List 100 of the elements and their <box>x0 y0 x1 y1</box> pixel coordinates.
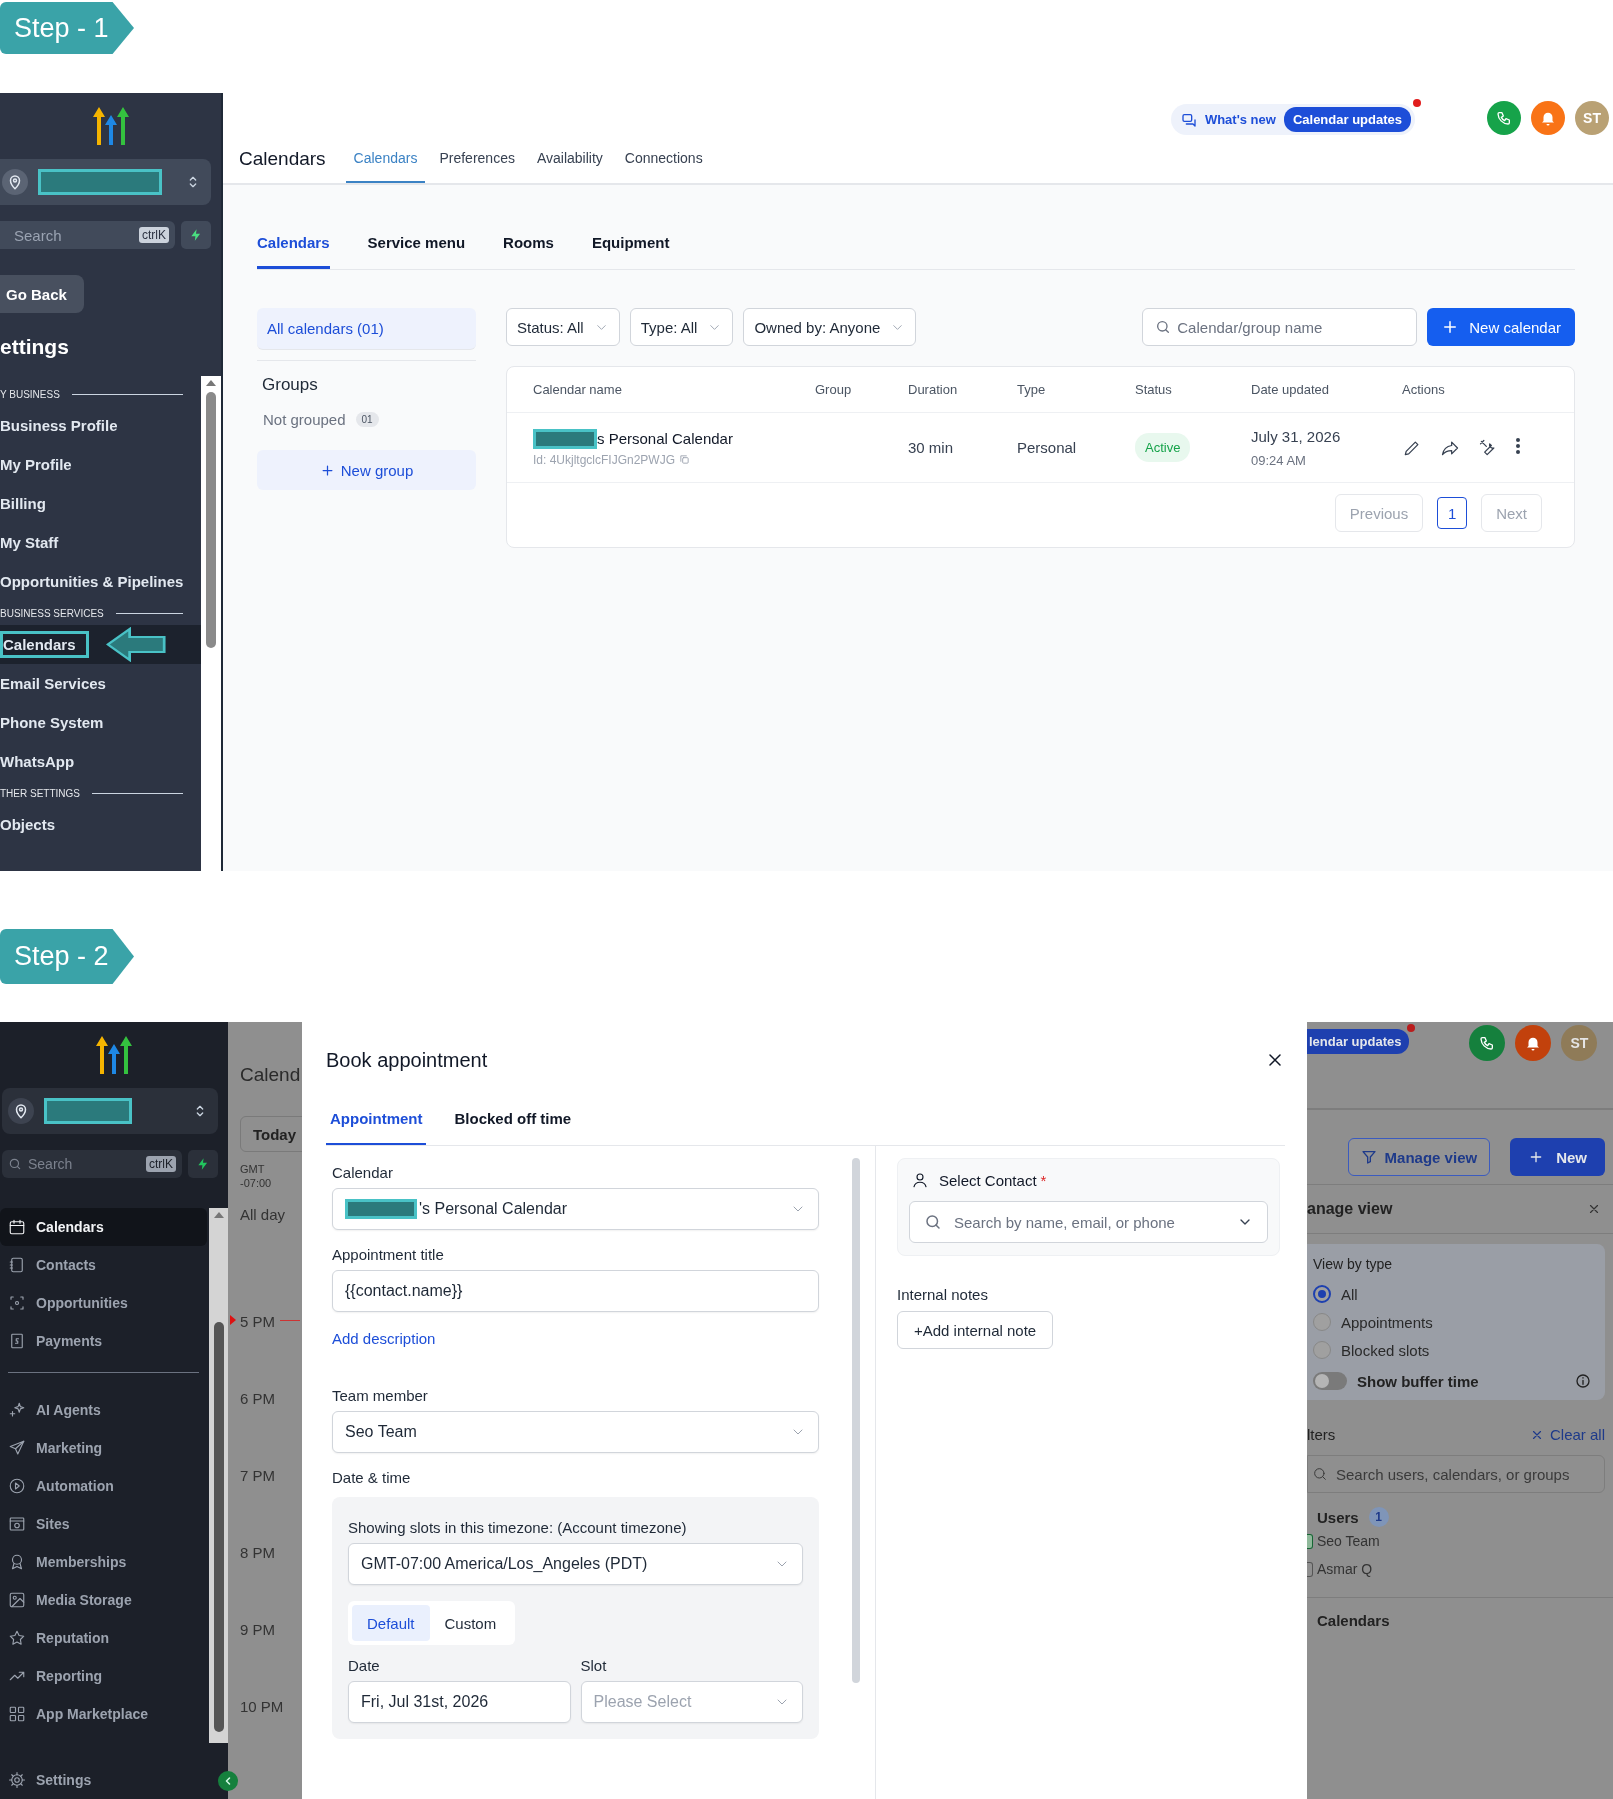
tab[interactable]: Equipment <box>591 218 670 269</box>
nav-item[interactable]: Objects <box>0 805 201 844</box>
timezone-select[interactable]: GMT-07:00 America/Los_Angeles (PDT) <box>348 1543 803 1585</box>
new-calendar-button[interactable]: New calendar <box>1427 308 1575 346</box>
whats-new-banner[interactable]: What's new Calendar updates <box>1170 104 1415 135</box>
filter-dropdown[interactable]: Status: All <box>506 308 620 346</box>
page-title: Calendars <box>239 147 326 171</box>
nav-item[interactable]: Opportunities <box>0 1284 207 1322</box>
nav-item[interactable]: Automation <box>0 1467 207 1505</box>
location-switcher[interactable] <box>0 159 211 205</box>
field-label: Internal notes <box>897 1286 989 1303</box>
nav-item[interactable]: Calendars <box>0 625 201 664</box>
nav-item[interactable]: Payments <box>0 1322 207 1360</box>
all-day-label: All day <box>240 1206 287 1223</box>
user-option[interactable]: Asmar Q <box>1307 1555 1613 1583</box>
mode-toggle[interactable]: Default <box>352 1605 430 1641</box>
new-group-button[interactable]: New group <box>257 450 476 490</box>
manage-view-button[interactable]: Manage view <box>1347 1138 1491 1176</box>
updates-badge[interactable]: lendar updates <box>1307 1029 1410 1054</box>
page-button[interactable]: 1 <box>1437 497 1468 529</box>
nav-item[interactable]: Billing <box>0 484 201 523</box>
quick-action-button[interactable] <box>188 1150 218 1178</box>
sidebar-heading: ettings <box>0 335 69 359</box>
radio-button[interactable] <box>1313 1313 1331 1331</box>
nav-item[interactable]: Calendars <box>0 1208 207 1246</box>
tab[interactable]: Availability <box>528 135 611 183</box>
nav-item[interactable]: Media Storage <box>0 1581 207 1619</box>
contact-search-field[interactable]: Search by name, email, or phone <box>909 1201 1268 1243</box>
field-label: Appointment title <box>332 1246 445 1263</box>
radio-option[interactable]: All <box>1313 1280 1591 1308</box>
nav-item[interactable]: Reporting <box>0 1657 207 1695</box>
notifications-button[interactable] <box>1515 1025 1552 1061</box>
tab[interactable]: Preferences <box>431 135 523 183</box>
mode-toggle[interactable]: Custom <box>429 1605 512 1641</box>
section-title: THER SETTINGS <box>0 787 80 799</box>
filter-dropdown[interactable]: Owned by: Anyone <box>743 308 917 346</box>
nav-item[interactable]: App Marketplace <box>0 1695 207 1733</box>
settings-item[interactable]: Settings <box>8 1771 92 1789</box>
collapse-button[interactable] <box>218 1771 238 1791</box>
radio-option[interactable]: Appointments <box>1313 1308 1591 1336</box>
calendar-select[interactable]: 's Personal Calendar <box>332 1188 819 1230</box>
toggle-switch[interactable] <box>1313 1372 1347 1390</box>
shortcut-hint: ctrlK <box>139 227 169 243</box>
nav-item[interactable]: Sites <box>0 1505 207 1543</box>
radio-button[interactable] <box>1313 1285 1331 1303</box>
tab[interactable]: Service menu <box>367 218 466 269</box>
team-member-select[interactable]: Seo Team <box>332 1411 819 1453</box>
tab[interactable]: Calendars <box>345 135 426 183</box>
nav-item[interactable]: WhatsApp <box>0 742 201 781</box>
column-header: Status <box>1135 382 1173 397</box>
nav-item[interactable]: My Profile <box>0 445 201 484</box>
scrollbar[interactable] <box>209 1208 228 1743</box>
date-field[interactable]: Fri, Jul 31st, 2026 <box>348 1681 571 1723</box>
tab[interactable]: Appointment <box>326 1094 427 1145</box>
tab[interactable]: Rooms <box>503 218 554 269</box>
filter-dropdown[interactable]: Type: All <box>629 308 734 346</box>
nav-item[interactable]: Phone System <box>0 703 201 742</box>
column-header: Date updated <box>1251 382 1331 397</box>
grid-icon <box>8 1705 26 1723</box>
shortcut-hint: ctrlK <box>146 1156 176 1172</box>
plus-icon <box>319 462 335 478</box>
timezone-label: GMT -07:00 <box>240 1162 273 1190</box>
notifications-button[interactable] <box>1531 101 1565 135</box>
calendar-icon <box>8 1218 26 1236</box>
search-field[interactable]: Search ctrlK <box>0 221 175 249</box>
input-field[interactable]: {{contact.name}} <box>332 1270 819 1312</box>
nav-item[interactable]: Reputation <box>0 1619 207 1657</box>
chat-icon <box>1180 111 1197 128</box>
user-option[interactable]: Seo Team <box>1307 1527 1613 1555</box>
nav-item[interactable]: Memberships <box>0 1543 207 1581</box>
nav-item[interactable]: My Staff <box>0 523 201 562</box>
nav-item[interactable]: Business Profile <box>0 406 201 445</box>
nav-item[interactable]: Opportunities & Pipelines <box>0 562 201 601</box>
phone-button[interactable] <box>1469 1025 1506 1061</box>
tab[interactable]: Connections <box>616 135 711 183</box>
search-field[interactable]: Search users, calendars, or groups <box>1307 1455 1605 1493</box>
nav-item[interactable]: Marketing <box>0 1429 207 1467</box>
tab[interactable]: Calendars <box>257 218 330 269</box>
redaction-block <box>345 1199 417 1219</box>
more-button[interactable] <box>1516 438 1520 457</box>
tab[interactable]: Blocked off time <box>450 1094 576 1145</box>
nav-item[interactable]: Email Services <box>0 664 201 703</box>
group-item[interactable]: All calendars (01) <box>257 308 476 350</box>
back-button[interactable]: Go Back <box>0 275 84 313</box>
scrollbar[interactable] <box>851 1158 860 1683</box>
whats-new-label: What's new <box>1204 112 1276 127</box>
search-field[interactable]: Search ctrlK <box>2 1150 182 1178</box>
calendar-name[interactable]: s Personal Calendar <box>597 430 733 447</box>
location-switcher[interactable] <box>2 1088 218 1134</box>
add-note-button[interactable]: +Add internal note <box>897 1311 1054 1349</box>
nav-item[interactable]: Contacts <box>0 1246 207 1284</box>
phone-button[interactable] <box>1487 101 1521 135</box>
radio-button[interactable] <box>1313 1341 1331 1359</box>
sparkle-icon <box>8 1401 26 1419</box>
nav-item[interactable]: AI Agents <box>0 1391 207 1429</box>
radio-option[interactable]: Blocked slots <box>1313 1336 1591 1364</box>
add-description-link[interactable]: Add description <box>332 1330 436 1347</box>
quick-action-button[interactable] <box>181 221 211 249</box>
search-field[interactable]: Calendar/group name <box>1142 308 1418 346</box>
new-button[interactable]: New <box>1510 1138 1605 1176</box>
